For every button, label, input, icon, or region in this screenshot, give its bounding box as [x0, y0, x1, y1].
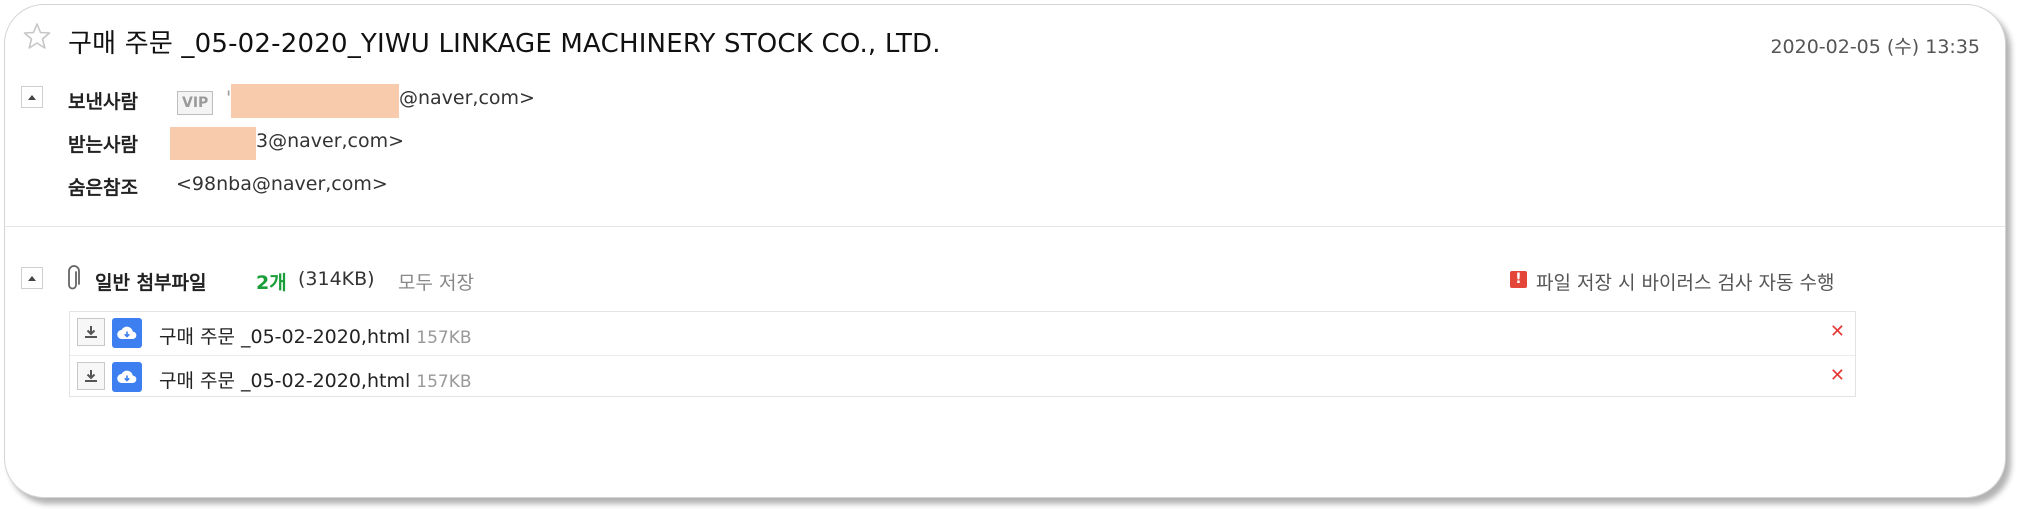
sender-address[interactable]: @naver,com>: [399, 87, 535, 109]
header-divider: [5, 226, 2005, 227]
star-icon[interactable]: [22, 21, 52, 51]
attachments-total-size: (314KB): [298, 268, 375, 290]
download-icon: [85, 370, 97, 382]
download-icon: [85, 326, 97, 338]
sender-redaction: [231, 84, 399, 118]
remove-attachment-icon[interactable]: ✕: [1830, 365, 1845, 386]
attachment-list: 구매 주문 _05-02-2020,html 157KB ✕ 구매 주문 _05…: [69, 311, 1856, 397]
attachment-file-link[interactable]: 구매 주문 _05-02-2020,html 157KB: [159, 322, 472, 349]
mail-subject: 구매 주문 _05-02-2020_YIWU LINKAGE MACHINERY…: [68, 29, 941, 59]
sender-label: 보낸사람: [68, 91, 138, 113]
save-all-link[interactable]: 모두 저장: [398, 268, 474, 295]
collapse-icon: [28, 94, 36, 100]
attachment-filesize: 157KB: [416, 372, 472, 392]
recipient-address[interactable]: 3@naver,com>: [256, 130, 404, 152]
collapse-attachments-button[interactable]: [21, 267, 43, 289]
save-to-cloud-button[interactable]: [112, 318, 142, 348]
download-button[interactable]: [77, 318, 105, 346]
vip-badge: VIP: [177, 91, 214, 115]
cloud-icon: [117, 370, 137, 384]
collapse-icon: [28, 275, 36, 281]
paperclip-icon: [65, 265, 81, 293]
virus-scan-notice: 파일 저장 시 바이러스 검사 자동 수행: [1536, 272, 1835, 294]
attachments-label: 일반 첨부파일: [95, 272, 207, 294]
save-to-cloud-button[interactable]: [112, 362, 142, 392]
download-button[interactable]: [77, 362, 105, 390]
attachment-row: 구매 주문 _05-02-2020,html 157KB ✕: [70, 355, 1855, 399]
bcc-label: 숨은참조: [68, 177, 138, 199]
remove-attachment-icon[interactable]: ✕: [1830, 321, 1845, 342]
attachment-filename: 구매 주문 _05-02-2020,html: [159, 370, 411, 392]
collapse-recipients-button[interactable]: [21, 86, 43, 108]
bcc-address[interactable]: <98nba@naver,com>: [176, 173, 388, 195]
mail-date: 2020-02-05 (수) 13:35: [1770, 36, 1980, 58]
warning-icon: !: [1510, 271, 1527, 288]
mail-card: 구매 주문 _05-02-2020_YIWU LINKAGE MACHINERY…: [4, 4, 2006, 498]
attachment-file-link[interactable]: 구매 주문 _05-02-2020,html 157KB: [159, 366, 472, 393]
recipient-redaction: [170, 127, 256, 160]
attachment-filesize: 157KB: [416, 328, 472, 348]
recipient-label: 받는사람: [68, 134, 138, 156]
attachment-filename: 구매 주문 _05-02-2020,html: [159, 326, 411, 348]
attachments-count: 2개: [256, 272, 287, 294]
cloud-icon: [117, 326, 137, 340]
attachment-row: 구매 주문 _05-02-2020,html 157KB ✕: [70, 312, 1855, 355]
